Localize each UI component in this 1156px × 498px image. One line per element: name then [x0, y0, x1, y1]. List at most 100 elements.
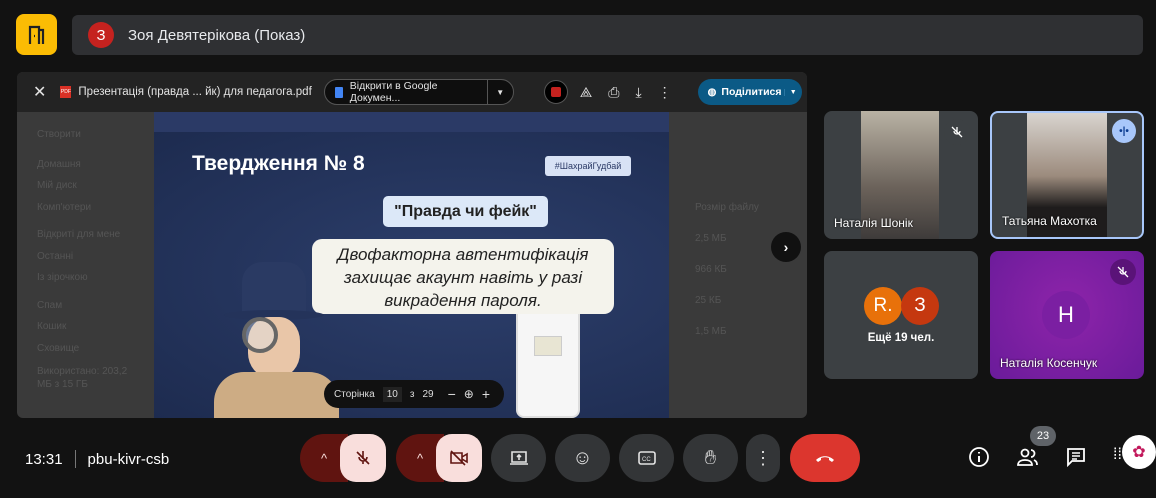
bg-item: Останні	[37, 250, 74, 262]
page-number-input[interactable]: 10	[382, 386, 402, 402]
slide-statement: Двофакторна автентифікація захищає акаун…	[312, 239, 614, 314]
avatar: R.	[864, 287, 902, 325]
mic-off-icon	[944, 119, 970, 145]
hang-up-icon	[816, 456, 834, 462]
page-total: 29	[422, 388, 434, 400]
docs-icon	[334, 86, 343, 98]
open-with-dropdown[interactable]: Відкрити в Google Докумен... ▼	[323, 79, 514, 105]
download-icon[interactable]: ⤓	[635, 84, 641, 101]
slide-subtitle: "Правда чи фейк"	[383, 196, 548, 227]
pdf-viewer-toolbar: ✕ PDF Презентація (правда ... йк) для пе…	[17, 72, 807, 112]
hashtag-badge: #ШахрайГудбай	[545, 156, 631, 176]
captions-icon: CC	[637, 451, 656, 465]
activities-button[interactable]: ⁞⁞	[1113, 446, 1122, 464]
mic-off-icon	[356, 451, 370, 465]
present-screen-button[interactable]	[491, 434, 546, 482]
participant-name: Наталія Шонік	[834, 216, 913, 230]
more-participants-tile[interactable]: R. З Ещё 19 чел.	[824, 251, 978, 379]
clock: 13:31	[25, 450, 63, 468]
page-navigator: Сторінка 10 з 29 − ⊕ +	[324, 380, 504, 408]
mic-control: ^	[300, 434, 386, 482]
bg-item: 25 КБ	[695, 295, 722, 306]
camera-off-icon	[450, 450, 468, 466]
participant-tile[interactable]: •|• Татьяна Махотка	[990, 111, 1144, 239]
add-to-drive-icon[interactable]: ⟁	[580, 84, 593, 101]
slide-title: Твердження № 8	[192, 152, 365, 175]
more-participants-label: Ещё 19 чел.	[867, 332, 935, 344]
info-icon	[969, 447, 989, 467]
bg-item: Розмір файлу	[695, 202, 759, 213]
emoji-icon: ☺	[572, 446, 593, 469]
people-button[interactable]	[1016, 446, 1040, 473]
print-icon[interactable]: ⎙	[608, 84, 619, 101]
meeting-info: 13:31 pbu-kivr-csb	[25, 450, 169, 468]
chevron-down-icon[interactable]: ▼	[783, 88, 802, 96]
participant-name: Татьяна Махотка	[1002, 214, 1097, 228]
bg-item: Відкриті для мене	[37, 229, 121, 240]
camera-toggle-button[interactable]	[436, 434, 482, 482]
reactions-button[interactable]: ☺	[555, 434, 610, 482]
svg-text:CC: CC	[642, 457, 651, 463]
meet-logo-icon	[16, 14, 57, 55]
raise-hand-button[interactable]: ✋︎	[683, 434, 738, 482]
file-name: Презентація (правда ... йк) для педагога…	[78, 86, 312, 98]
avatar: Н	[1042, 291, 1090, 339]
next-arrow-button[interactable]: ›	[771, 232, 801, 262]
background-file-list: Розмір файлу 2,5 МБ 966 КБ 25 КБ 1,5 МБ	[695, 192, 759, 347]
presentation-area: Створити Домашня Мій диск Комп'ютери Від…	[17, 72, 807, 418]
gemini-notes-button[interactable]: ✿	[1122, 435, 1156, 469]
share-label: Поділитися	[721, 86, 782, 98]
bg-item: 966 КБ	[695, 264, 727, 275]
meeting-details-button[interactable]	[968, 446, 990, 473]
bg-item: Сховище	[37, 342, 80, 354]
share-button[interactable]: ◍ Поділитися ▼	[697, 79, 802, 105]
people-icon	[1017, 448, 1038, 466]
phone-illustration	[516, 300, 580, 418]
bg-item: Спам	[37, 299, 63, 311]
camera-control: ^	[396, 434, 482, 482]
bg-item: Створити	[37, 129, 81, 140]
bg-item: Домашня	[37, 158, 81, 170]
pdf-file-icon: PDF	[60, 86, 72, 98]
apps-grid-icon: ⁞⁞	[1113, 446, 1122, 463]
bg-item: Із зірочкою	[37, 272, 88, 283]
meeting-code: pbu-kivr-csb	[87, 450, 170, 468]
bg-item: Використано: 203,2 МБ з 15 ГБ	[37, 366, 128, 390]
envelope-icon	[534, 336, 562, 356]
page-label: Сторінка	[334, 388, 375, 400]
mic-toggle-button[interactable]	[340, 434, 386, 482]
present-icon	[509, 451, 528, 465]
detective-illustration	[214, 262, 339, 418]
background-drive-sidebar: Створити Домашня Мій диск Комп'ютери Від…	[37, 124, 137, 391]
open-with-label: Відкрити в Google Докумен...	[349, 80, 438, 104]
acrobat-icon[interactable]	[543, 80, 568, 104]
participant-tile[interactable]: Н Наталія Косенчук	[990, 251, 1144, 379]
bg-item: Кошик	[37, 321, 67, 332]
more-vert-icon[interactable]: ⋮	[658, 84, 672, 101]
bg-item: Комп'ютери	[37, 201, 92, 213]
brain-icon: ✿	[1132, 444, 1146, 461]
captions-button[interactable]: CC	[619, 434, 674, 482]
zoom-in-icon[interactable]: +	[482, 386, 490, 402]
presenter-avatar: З	[88, 22, 114, 48]
participant-name: Наталія Косенчук	[1000, 356, 1098, 370]
leave-call-button[interactable]	[790, 434, 860, 482]
chat-button[interactable]	[1065, 446, 1087, 473]
hand-icon: ✋︎	[704, 446, 717, 469]
previous-page-strip	[154, 112, 669, 132]
chat-icon	[1067, 448, 1085, 468]
zoom-out-icon[interactable]: −	[448, 386, 456, 402]
participant-tile[interactable]: Наталія Шонік	[824, 111, 978, 239]
close-icon[interactable]: ✕	[33, 82, 46, 102]
people-count-badge: 23	[1030, 426, 1056, 446]
globe-icon: ◍	[707, 86, 717, 98]
zoom-icon[interactable]: ⊕	[464, 387, 474, 401]
bg-item: 1,5 МБ	[695, 326, 727, 337]
chevron-down-icon[interactable]: ▼	[486, 80, 513, 104]
avatar: З	[901, 287, 939, 325]
presenter-title: Зоя Девятерікова (Показ)	[128, 26, 306, 44]
pdf-slide: Твердження № 8 #ШахрайГудбай "Правда чи …	[154, 132, 669, 418]
bg-item: Мій диск	[37, 180, 77, 191]
presenter-bar: З Зоя Девятерікова (Показ)	[72, 15, 1143, 55]
more-options-button[interactable]: ⋮	[746, 434, 780, 482]
